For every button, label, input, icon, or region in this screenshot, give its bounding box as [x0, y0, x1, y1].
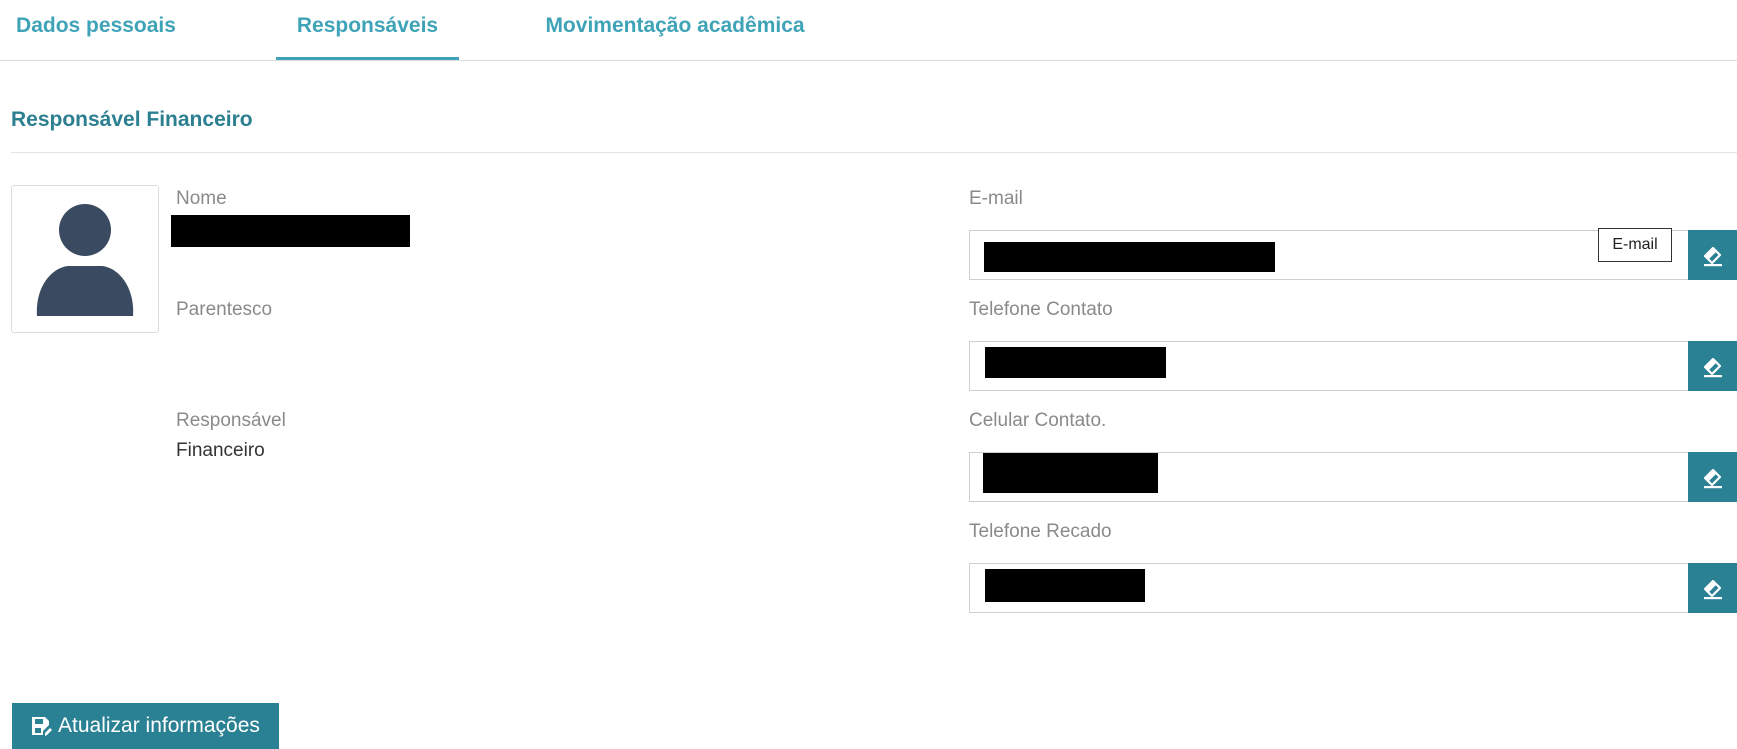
update-info-button[interactable]: Atualizar informações [12, 703, 279, 749]
update-info-label: Atualizar informações [58, 714, 260, 737]
section-divider [11, 152, 1737, 153]
section-title: Responsável Financeiro [11, 108, 253, 131]
relation-label: Parentesco [176, 299, 273, 320]
eraser-icon [1703, 579, 1722, 600]
email-tooltip: E-mail [1598, 228, 1672, 262]
phone-contact-value-redacted [985, 347, 1166, 378]
eraser-icon [1703, 246, 1722, 267]
mobile-contact-clear-button[interactable] [1688, 452, 1737, 502]
message-phone-value-redacted [985, 569, 1145, 602]
mobile-contact-value-redacted [983, 453, 1158, 493]
message-phone-label: Telefone Recado [969, 521, 1112, 542]
tab-responsaveis[interactable]: Responsáveis [276, 0, 459, 60]
mobile-contact-label: Celular Contato. [969, 410, 1107, 431]
user-silhouette-icon [36, 204, 134, 316]
eraser-icon [1703, 357, 1722, 378]
email-label: E-mail [969, 188, 1023, 209]
message-phone-clear-button[interactable] [1688, 563, 1737, 613]
tab-dados-pessoais[interactable]: Dados pessoais [11, 0, 181, 59]
email-clear-button[interactable] [1688, 230, 1737, 280]
eraser-icon [1703, 468, 1722, 489]
tab-bar: Dados pessoais Responsáveis Movimentação… [0, 0, 1737, 61]
email-value-redacted [984, 242, 1275, 272]
phone-contact-clear-button[interactable] [1688, 341, 1737, 391]
tab-movimentacao-academica[interactable]: Movimentação acadêmica [535, 0, 815, 59]
role-label: Responsável [176, 410, 286, 431]
role-value: Financeiro [176, 440, 265, 461]
phone-contact-label: Telefone Contato [969, 299, 1113, 320]
name-value-redacted [171, 215, 410, 247]
name-label: Nome [176, 188, 227, 209]
save-edit-icon [32, 717, 52, 736]
avatar [11, 185, 159, 333]
